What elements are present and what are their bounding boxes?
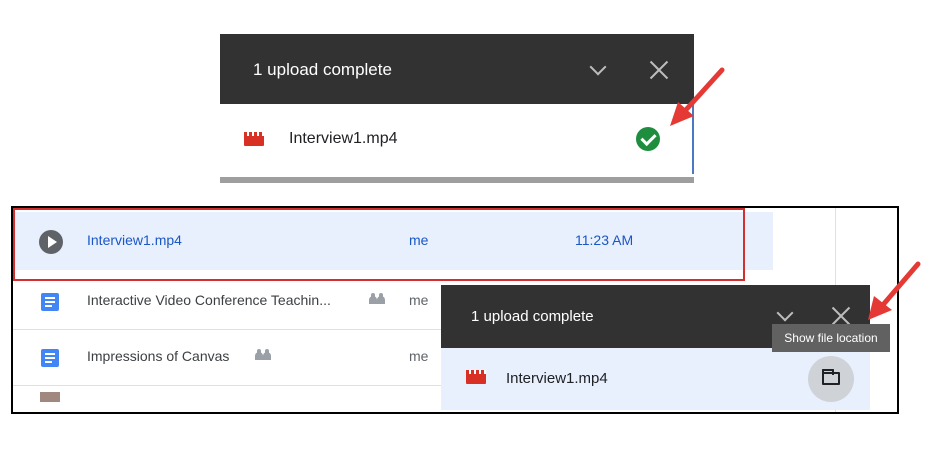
shared-people-icon <box>255 350 271 360</box>
upload-panel-divider <box>220 177 694 183</box>
file-owner: me <box>409 292 429 308</box>
file-name: Interactive Video Conference Teachin... <box>87 292 331 308</box>
upload-panel-header: 1 upload complete <box>220 34 694 104</box>
folder-icon <box>822 369 840 385</box>
upload-item[interactable]: Interview1.mp4 <box>441 348 870 410</box>
file-name: Impressions of Canvas <box>87 348 230 364</box>
doc-icon <box>41 349 59 367</box>
arrow-annotation-bottom <box>868 261 921 320</box>
upload-panel-title: 1 upload complete <box>253 60 392 79</box>
file-owner: me <box>409 348 429 364</box>
video-file-icon <box>466 370 486 384</box>
chevron-down-icon[interactable] <box>776 304 794 322</box>
video-file-icon <box>244 132 264 146</box>
upload-item-filename: Interview1.mp4 <box>289 130 398 147</box>
shared-people-icon <box>369 294 385 304</box>
upload-item[interactable]: Interview1.mp4 <box>220 104 694 174</box>
check-circle-icon <box>636 127 660 151</box>
arrow-annotation-top <box>670 67 725 126</box>
image-thumbnail-icon <box>40 392 60 402</box>
show-file-location-button[interactable] <box>808 356 854 402</box>
tooltip: Show file location <box>772 324 890 352</box>
upload-item-filename: Interview1.mp4 <box>506 370 608 387</box>
highlight-box <box>13 208 745 281</box>
upload-panel-title: 1 upload complete <box>471 308 594 325</box>
upload-panel-top: 1 upload complete Interview1.mp4 <box>220 34 694 184</box>
doc-icon <box>41 293 59 311</box>
chevron-down-icon[interactable] <box>589 58 607 76</box>
